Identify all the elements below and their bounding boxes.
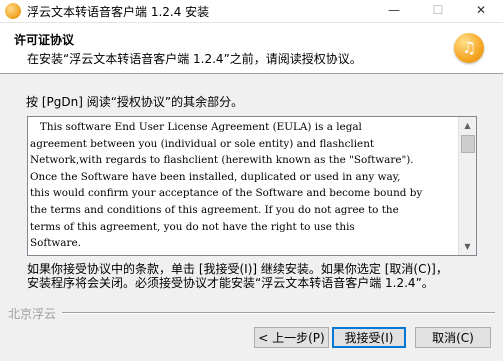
license-line: terms of this agreement, you do not have… (30, 220, 355, 233)
license-line: Network,with regards to flashclient (her… (30, 154, 414, 167)
license-line: agreement between you (individual or sol… (30, 137, 375, 150)
license-line: Once the Software have been installed, d… (30, 170, 401, 183)
scroll-up-icon[interactable]: ▲ (459, 117, 476, 134)
license-text: This software End User License Agreement… (28, 119, 462, 252)
window-title: 浮云文本转语音客户端 1.2.4 安装 (27, 5, 210, 19)
license-line: this would confirm your acceptance of th… (30, 187, 423, 200)
license-scrollbar[interactable]: ▲ ▼ (458, 117, 476, 255)
back-button[interactable]: < 上一步(P) (254, 327, 329, 348)
notice-line-1: 如果你接受协议中的条款，单击 [我接受(I)] 继续安装。如果你选定 [取消(C… (27, 262, 448, 276)
scroll-down-icon[interactable]: ▼ (459, 238, 476, 255)
footer-divider (62, 312, 495, 314)
maximize-button: ☐ (432, 3, 444, 17)
installer-window: 浮云文本转语音客户端 1.2.4 安装 — ☐ ✕ 许可证协议 在安装“浮云文本… (0, 0, 503, 361)
scrollbar-thumb[interactable] (461, 135, 475, 153)
license-line: the terms and conditions of this agreeme… (30, 203, 399, 216)
license-line: Software. (30, 237, 81, 250)
app-icon (5, 3, 21, 19)
notice-line-2: 安装程序将会关闭。必须接受协议才能安装“浮云文本转语音客户端 1.2.4”。 (27, 276, 434, 290)
minimize-button[interactable]: — (372, 0, 416, 22)
license-line: This software End User License Agreement… (30, 121, 362, 133)
accept-notice: 如果你接受协议中的条款，单击 [我接受(I)] 继续安装。如果你选定 [取消(C… (27, 262, 477, 290)
close-button[interactable]: ✕ (459, 0, 503, 22)
music-note-icon: ♫ (454, 33, 484, 63)
license-textbox[interactable]: This software End User License Agreement… (27, 116, 477, 256)
page-subtitle: 在安装“浮云文本转语音客户端 1.2.4”之前，请阅读授权协议。 (27, 52, 362, 66)
title-bar: 浮云文本转语音客户端 1.2.4 安装 — ☐ ✕ (0, 0, 503, 23)
accept-button[interactable]: 我接受(I) (332, 327, 406, 348)
cancel-button[interactable]: 取消(C) (415, 327, 491, 348)
instruction-text: 按 [PgDn] 阅读“授权协议”的其余部分。 (26, 95, 244, 109)
page-title: 许可证协议 (14, 33, 75, 47)
page-header: 许可证协议 在安装“浮云文本转语音客户端 1.2.4”之前，请阅读授权协议。 ♫ (0, 23, 503, 74)
brand-label: 北京浮云 (8, 307, 57, 321)
